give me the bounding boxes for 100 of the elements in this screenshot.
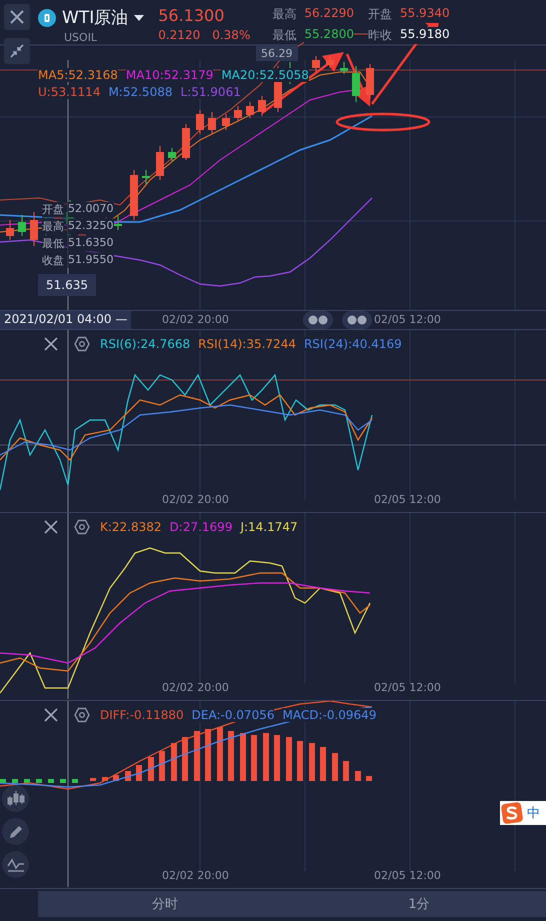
candlestick: [246, 102, 254, 118]
candlestick: [234, 106, 242, 122]
indicator-value: MA10:52.3179: [126, 68, 214, 82]
close-button[interactable]: [4, 4, 30, 30]
crosshair-price-label: 51.635: [38, 274, 96, 296]
caret-icon: [134, 14, 144, 20]
histogram-bar: [332, 753, 338, 781]
candlestick: [182, 124, 190, 160]
histogram-bar: [90, 778, 96, 781]
histogram-bar: [24, 779, 30, 783]
histogram-bar: [217, 727, 223, 781]
candlestick: [222, 114, 230, 130]
collapse-icon: [9, 43, 25, 59]
settings-icon[interactable]: [74, 519, 90, 535]
histogram-bar: [205, 729, 211, 781]
settings-icon[interactable]: [74, 336, 90, 352]
indicator-value: M:52.5088: [108, 85, 172, 99]
candlestick: [312, 56, 320, 72]
histogram-bar: [343, 761, 349, 781]
indicator-tool-button[interactable]: [2, 851, 29, 878]
indicator-value: MA5:52.3168: [38, 68, 118, 82]
histogram-bar: [286, 737, 292, 781]
histogram-bar: [320, 747, 326, 781]
toggle-icon[interactable]: [342, 311, 372, 329]
candlestick: [168, 148, 176, 162]
stat-label: 最低: [272, 27, 296, 44]
histogram-bar: [148, 757, 154, 781]
indicator-value: J:14.1747: [240, 520, 298, 534]
candlestick: [196, 110, 204, 134]
histogram-bar: [36, 779, 42, 783]
candlestick-icon: [6, 790, 24, 808]
settings-icon[interactable]: [74, 707, 90, 723]
price-change: 0.2120: [158, 28, 200, 42]
pencil-icon: [8, 824, 24, 840]
histogram-bar: [48, 779, 54, 783]
indicator-value: D:27.1699: [170, 520, 232, 534]
histogram-bar: [136, 765, 142, 781]
close-button[interactable]: [44, 708, 58, 722]
candlestick-icon-button[interactable]: [2, 785, 29, 812]
indicator-value: MA20:52.5058: [221, 68, 309, 82]
ime-mode-label: 中: [527, 805, 540, 822]
stat-value: 55.9180: [400, 27, 450, 44]
period-tab[interactable]: 1分: [292, 891, 546, 917]
stat-label: 开盘: [368, 6, 392, 23]
candlestick: [30, 212, 38, 246]
candlestick: [366, 64, 374, 98]
candlestick: [142, 170, 150, 184]
price-change-percent: 0.38%: [212, 28, 250, 42]
ime-badge[interactable]: 中: [500, 801, 546, 825]
histogram-bar: [0, 779, 6, 783]
time-label: 02/05 12:00: [374, 493, 441, 506]
time-label: 02/02 20:00: [162, 493, 229, 506]
symbol-logo-icon: [38, 8, 56, 26]
draw-tool-button[interactable]: [2, 818, 29, 845]
indicator-value: RSI(14):35.7244: [198, 337, 296, 351]
candlestick: [326, 56, 334, 68]
close-button[interactable]: [44, 337, 58, 351]
close-icon: [44, 337, 58, 351]
candlestick: [208, 112, 216, 134]
histogram-bar: [60, 779, 66, 783]
histogram-bar: [182, 737, 188, 781]
period-tab[interactable]: 分时: [38, 891, 292, 917]
candlestick: [340, 62, 348, 74]
indicator-value: L:51.9061: [180, 85, 241, 99]
histogram-bar: [159, 751, 165, 781]
candlestick: [6, 220, 14, 240]
toggle-icon[interactable]: [303, 311, 333, 329]
histogram-bar: [274, 735, 280, 781]
histogram-bar: [72, 779, 78, 783]
indicator-value: RSI(24):40.4169: [304, 337, 402, 351]
last-price: 56.1300: [158, 6, 226, 25]
tooltip-value: 52.3250: [68, 219, 114, 234]
indicator-value: DEA:-0.07056: [192, 708, 274, 722]
close-button[interactable]: [44, 520, 58, 534]
input-method-icon: [501, 802, 523, 824]
time-label: 02/05 12:00: [374, 313, 441, 326]
time-label: 02/02 20:00: [162, 313, 229, 326]
close-icon: [44, 520, 58, 534]
candlestick: [18, 214, 26, 236]
tooltip-label: 开盘: [42, 202, 64, 217]
price-tag: 56.29: [256, 46, 298, 61]
tooltip-label: 收盘: [42, 253, 64, 268]
histogram-bar: [102, 777, 108, 781]
tooltip-value: 51.9550: [68, 253, 114, 268]
line-chart-icon: [6, 856, 24, 872]
symbol-selector[interactable]: WTI原油: [62, 6, 144, 29]
indicator-value: MACD:-0.09649: [282, 708, 376, 722]
candlestick: [352, 66, 360, 102]
candlestick: [114, 216, 122, 230]
collapse-button[interactable]: [4, 38, 30, 64]
stat-value: 55.9340: [400, 6, 450, 23]
close-icon: [44, 708, 58, 722]
tooltip-label: 最低: [42, 236, 64, 251]
stat-value: 55.2800: [304, 27, 354, 44]
histogram-bar: [297, 741, 303, 781]
crosshair-time-label: 2021/02/01 04:00 —: [0, 311, 132, 329]
time-label: 02/02 20:00: [162, 869, 229, 882]
histogram-bar: [263, 733, 269, 781]
indicator-value: DIFF:-0.11880: [100, 708, 184, 722]
candlestick: [130, 170, 138, 220]
